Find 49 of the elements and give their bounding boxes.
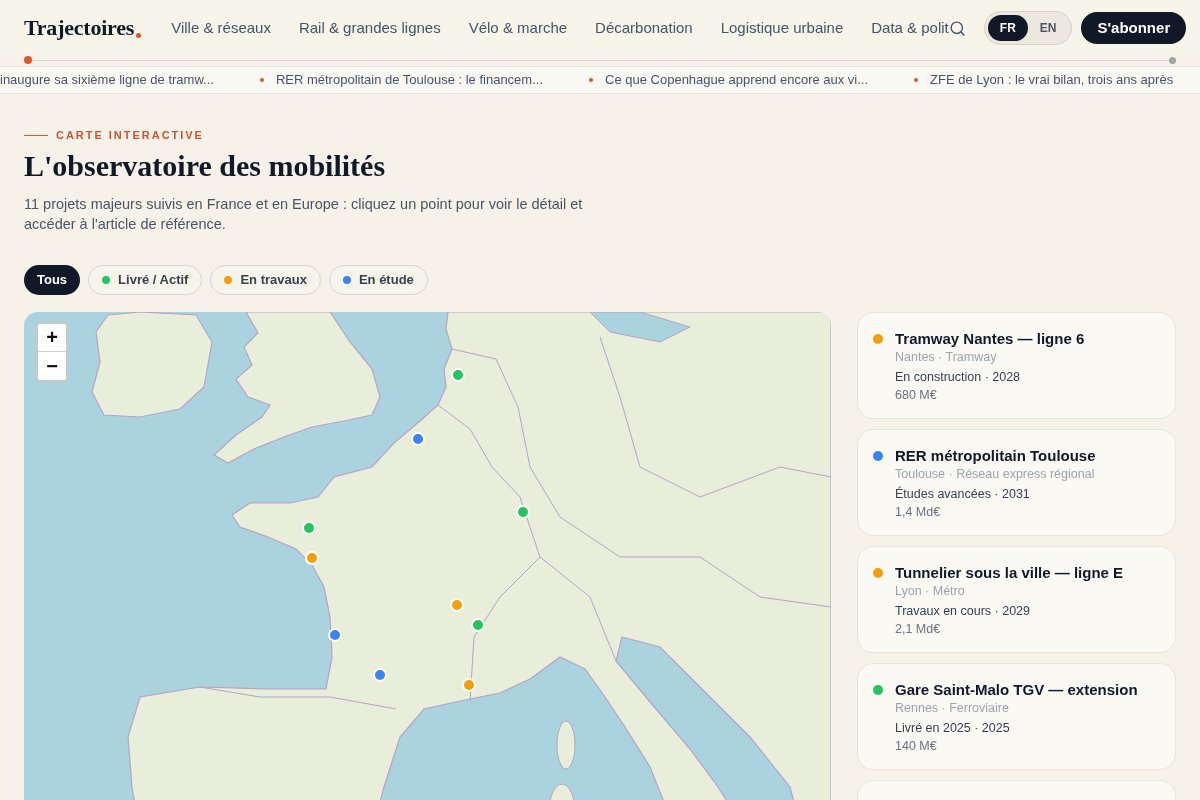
filter-chip[interactable]: Livré / Actif [88,264,203,295]
eyebrow-label: CARTE INTERACTIVE [56,128,204,143]
project-card[interactable]: RER métropolitain Toulouse Toulouse · Réseau express régional Études avancées · 2031 1,4 Md€ [857,428,1176,536]
ticker-link[interactable]: Ce que Copenhague apprend encore aux vi... [605,70,869,90]
project-title: Tramway Nantes — ligne 6 [895,328,1085,349]
project-location: Nantes · Tramway [895,348,998,366]
project-budget: 1,4 Md€ [895,503,942,521]
ticker-link[interactable]: inaugure sa sixième ligne de tramw... [0,70,214,90]
bullet-icon [589,78,593,82]
project-budget: 2,1 Md€ [895,620,942,638]
project-card[interactable]: Gare Saint-Malo TGV — extension Rennes · Ferroviaire Livré en 2025 · 2025 140 M€ [857,662,1176,770]
filter-chip[interactable]: En travaux [210,264,321,295]
bullet-icon [914,78,919,82]
search-icon [948,19,966,37]
logo-text[interactable]: Trajectoires [24,17,135,39]
project-card[interactable]: Tunnelier sous la ville — ligne E Lyon · Métro Travaux en cours · 2029 2,1 Md€ [857,545,1176,653]
project-card[interactable]: Tramway Nantes — ligne 6 Nantes · Tramway En construction · 2028 680 M€ [857,311,1176,419]
language-option[interactable]: FR [987,15,1028,41]
project-title: Gare Saint-Malo TGV — extension [895,679,1138,700]
project-title: Tunnelier sous la ville — ligne E [895,562,1124,583]
page-description: 11 projets majeurs suivis en France et en Europe : cliquez un point pour voir le détail et accéder à l'article de référence. [24,194,584,234]
project-title: RER métropolitain Toulouse [895,445,1096,466]
nav-link[interactable]: Rail & grandes lignes [298,16,441,40]
language-option[interactable]: EN [1027,15,1069,41]
track-end-icon [1169,56,1176,64]
zoom-button[interactable]: − [38,351,66,380]
zoom-button[interactable]: + [38,323,66,352]
page-title: L'observatoire des mobilités [24,147,387,184]
project-status: Études avancées · 2031 [895,485,1031,503]
nav-link[interactable]: Logistique urbaine [720,16,844,40]
bullet-icon [259,78,264,82]
ticker-link[interactable]: ZFE de Lyon : le vrai bilan, trois ans après [930,70,1174,90]
project-status: En construction · 2028 [895,368,1022,386]
subscribe-button[interactable]: S'abonner [1081,12,1187,44]
nav-link[interactable]: Vélo & marche [468,16,568,40]
project-location: Toulouse · Réseau express régional [895,465,1096,483]
project-status: Travaux en cours · 2029 [895,602,1032,620]
project-status: Livré en 2025 · 2025 [895,719,1011,737]
nav-link[interactable]: Data & polit [871,16,949,40]
nav-link[interactable]: Décarbonation [595,16,693,40]
filter-chip[interactable]: En étude [328,264,428,295]
project-budget: 140 M€ [895,737,938,755]
project-location: Lyon · Métro [895,582,966,600]
nav-link[interactable]: Ville & réseaux [171,16,271,40]
project-location: Rennes · Ferroviaire [895,699,1010,717]
ticker-link[interactable]: RER métropolitain de Toulouse : le financem... [275,70,543,90]
filter-chip[interactable]: Tous [24,264,81,295]
project-budget: 680 M€ [895,386,938,404]
search-button[interactable] [948,19,966,37]
